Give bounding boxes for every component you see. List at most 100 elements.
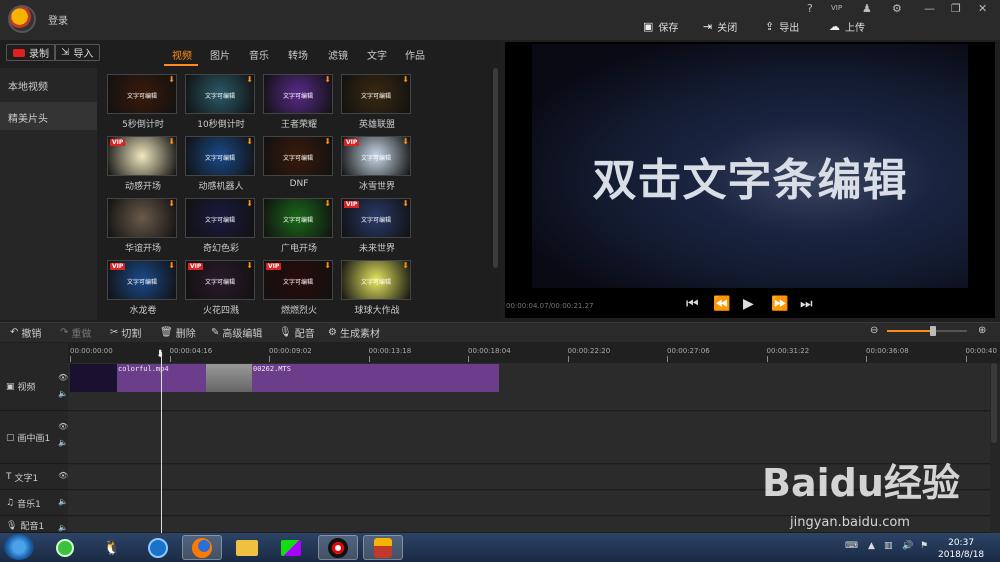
template-thumbnail[interactable]: 文字可编辑 ⬇ <box>185 198 255 238</box>
template-thumbnail[interactable]: 文字可编辑 ⬇ <box>263 74 333 114</box>
tab-video[interactable]: 视频 <box>172 47 192 62</box>
import-button[interactable]: ⇲ 导入 <box>54 44 101 61</box>
play-icon[interactable]: ▶ <box>743 296 754 312</box>
download-icon[interactable]: ⬇ <box>324 199 331 208</box>
template-item[interactable]: VIP 文字可编辑 ⬇ 冰雪世界 <box>341 136 413 192</box>
template-thumbnail[interactable]: VIP ⬇ <box>107 136 177 176</box>
visibility-icon[interactable]: 👁 <box>58 422 68 431</box>
template-item[interactable]: 文字可编辑 ⬇ 英雄联盟 <box>341 74 413 130</box>
mute-icon[interactable]: 🔈 <box>58 497 68 506</box>
download-icon[interactable]: ⬇ <box>168 75 175 84</box>
template-item[interactable]: 文字可编辑 ⬇ 动感机器人 <box>185 136 257 192</box>
download-icon[interactable]: ⬇ <box>168 199 175 208</box>
taskbar-app-explorer-icon[interactable] <box>227 535 267 560</box>
network-icon[interactable]: ⚑ <box>920 541 928 551</box>
template-thumbnail[interactable]: 文字可编辑 ⬇ <box>185 74 255 114</box>
cut-button[interactable]: ✂ 切割 <box>110 325 141 340</box>
template-item[interactable]: 文字可编辑 ⬇ 5秒倒计时 <box>107 74 179 130</box>
template-thumbnail[interactable]: VIP 文字可编辑 ⬇ <box>263 260 333 300</box>
upload-button[interactable]: ☁ 上传 <box>829 19 865 34</box>
template-item[interactable]: 文字可编辑 ⬇ 广电开场 <box>263 198 335 254</box>
template-item[interactable]: 文字可编辑 ⬇ 奇幻色彩 <box>185 198 257 254</box>
redo-button[interactable]: ↷ 重做 <box>60 325 91 340</box>
template-thumbnail[interactable]: VIP 文字可编辑 ⬇ <box>341 198 411 238</box>
template-item[interactable]: ⬇ 华谊开场 <box>107 198 179 254</box>
close-window-icon[interactable]: ✕ <box>978 2 987 15</box>
timeline-scrollbar[interactable] <box>991 363 997 443</box>
user-icon[interactable]: ♟ <box>862 2 872 15</box>
taskbar-app-360-icon[interactable] <box>45 535 85 560</box>
download-icon[interactable]: ⬇ <box>246 75 253 84</box>
download-icon[interactable]: ⬇ <box>402 261 409 270</box>
preview-title-text[interactable]: 双击文字条编辑 <box>532 144 968 208</box>
download-icon[interactable]: ⬇ <box>324 261 331 270</box>
dub-button[interactable]: 🎙 配音 <box>279 325 315 340</box>
template-item[interactable]: 文字可编辑 ⬇ 王者荣耀 <box>263 74 335 130</box>
tab-music[interactable]: 音乐 <box>249 47 269 62</box>
download-icon[interactable]: ⬇ <box>246 261 253 270</box>
grid-scrollbar[interactable] <box>493 68 498 268</box>
tray-arrow-icon[interactable]: ▲ <box>868 541 875 551</box>
help-icon[interactable]: ? <box>807 2 813 15</box>
settings-icon[interactable]: ⚙ <box>892 2 902 15</box>
zoom-in-icon[interactable]: ⊕ <box>978 325 986 336</box>
minimize-icon[interactable]: — <box>924 2 935 15</box>
visibility-icon[interactable]: 👁 <box>58 373 68 382</box>
taskbar-app-qq-icon[interactable]: 🐧 <box>92 535 132 560</box>
download-icon[interactable]: ⬇ <box>324 137 331 146</box>
advanced-edit-button[interactable]: ✎ 高级编辑 <box>211 325 262 340</box>
prev-frame-icon[interactable]: ⏪ <box>713 296 730 312</box>
save-button[interactable]: ▣ 保存 <box>643 19 678 34</box>
template-item[interactable]: VIP 文字可编辑 ⬇ 火花四溅 <box>185 260 257 316</box>
download-icon[interactable]: ⬇ <box>402 75 409 84</box>
zoom-slider-handle[interactable] <box>930 326 936 336</box>
tab-transition[interactable]: 转场 <box>288 47 308 62</box>
template-item[interactable]: 文字可编辑 ⬇ 10秒倒计时 <box>185 74 257 130</box>
taskbar-app-recorder-icon[interactable] <box>318 535 358 560</box>
login-link[interactable]: 登录 <box>48 12 68 27</box>
template-item[interactable]: VIP 文字可编辑 ⬇ 未来世界 <box>341 198 413 254</box>
tab-works[interactable]: 作品 <box>405 47 425 62</box>
undo-button[interactable]: ↶ 撤销 <box>10 325 41 340</box>
template-thumbnail[interactable]: 文字可编辑 ⬇ <box>185 136 255 176</box>
taskbar-app-media-icon[interactable] <box>138 535 178 560</box>
next-frame-icon[interactable]: ⏩ <box>771 296 788 312</box>
template-thumbnail[interactable]: 文字可编辑 ⬇ <box>263 198 333 238</box>
keyboard-icon[interactable]: ⌨ <box>845 541 858 551</box>
mute-icon[interactable]: 🔈 <box>58 438 68 447</box>
download-icon[interactable]: ⬇ <box>246 137 253 146</box>
download-icon[interactable]: ⬇ <box>324 75 331 84</box>
zoom-out-icon[interactable]: ⊖ <box>870 325 878 336</box>
network-device-icon[interactable]: ▥ <box>884 541 893 551</box>
download-icon[interactable]: ⬇ <box>402 137 409 146</box>
record-button[interactable]: 录制 <box>6 44 56 61</box>
template-thumbnail[interactable]: VIP 文字可编辑 ⬇ <box>185 260 255 300</box>
template-thumbnail[interactable]: VIP 文字可编辑 ⬇ <box>341 136 411 176</box>
download-icon[interactable]: ⬇ <box>168 137 175 146</box>
template-thumbnail[interactable]: VIP 文字可编辑 ⬇ <box>107 260 177 300</box>
template-item[interactable]: VIP 文字可编辑 ⬇ 燃燃烈火 <box>263 260 335 316</box>
taskbar-clock[interactable]: 20:37 2018/8/18 <box>938 537 984 561</box>
template-thumbnail[interactable]: ⬇ <box>107 198 177 238</box>
template-thumbnail[interactable]: 文字可编辑 ⬇ <box>341 260 411 300</box>
start-button-icon[interactable] <box>4 534 34 560</box>
category-local-video[interactable]: 本地视频 <box>0 70 97 98</box>
template-item[interactable]: VIP 文字可编辑 ⬇ 水龙卷 <box>107 260 179 316</box>
template-thumbnail[interactable]: 文字可编辑 ⬇ <box>341 74 411 114</box>
taskbar-app-editor-icon[interactable] <box>363 535 403 560</box>
playhead-handle-icon[interactable]: ⬇ <box>156 349 164 360</box>
visibility-icon[interactable]: 👁 <box>58 471 68 480</box>
tab-text[interactable]: 文字 <box>367 47 387 62</box>
preview-frame[interactable]: 双击文字条编辑 <box>532 44 968 288</box>
tab-image[interactable]: 图片 <box>210 47 230 62</box>
skip-end-icon[interactable]: ⏭ <box>800 296 813 312</box>
download-icon[interactable]: ⬇ <box>168 261 175 270</box>
export-button[interactable]: ⇪ 导出 <box>765 19 799 34</box>
maximize-icon[interactable]: ❐ <box>951 2 961 15</box>
template-item[interactable]: 文字可编辑 ⬇ 球球大作战 <box>341 260 413 316</box>
template-item[interactable]: 文字可编辑 ⬇ DNF <box>263 136 335 189</box>
delete-button[interactable]: 🗑 删除 <box>160 325 196 340</box>
vip-icon[interactable]: VIP <box>831 4 842 12</box>
download-icon[interactable]: ⬇ <box>402 199 409 208</box>
mute-icon[interactable]: 🔈 <box>58 389 68 398</box>
